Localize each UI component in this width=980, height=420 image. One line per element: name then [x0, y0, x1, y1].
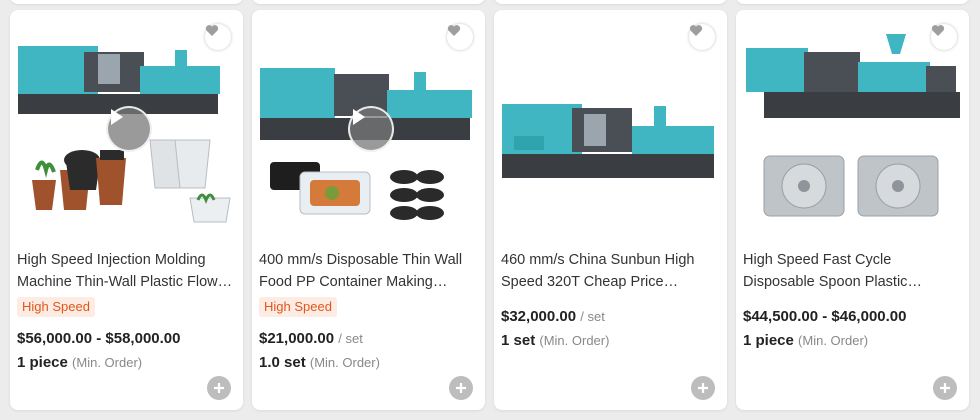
play-icon: [111, 109, 123, 125]
product-image[interactable]: [736, 10, 969, 243]
product-price: $56,000.00 - $58,000.00: [17, 330, 235, 347]
moq-note: (Min. Order): [72, 355, 143, 370]
product-card[interactable]: 460 mm/s China Sunbun High Speed 320T Ch…: [494, 10, 727, 410]
favorite-button[interactable]: [447, 24, 473, 50]
product-title[interactable]: High Speed Fast Cycle Disposable Spoon P…: [743, 249, 961, 293]
product-grid: High Speed Injection Molding Machine Thi…: [10, 10, 970, 410]
price-value: $32,000.00: [501, 308, 577, 325]
play-icon: [353, 109, 365, 125]
product-price: $44,500.00 - $46,000.00: [743, 308, 961, 325]
add-to-compare-button[interactable]: [207, 376, 231, 400]
add-to-compare-button[interactable]: [691, 376, 715, 400]
product-image[interactable]: [10, 10, 243, 243]
feature-badge: High Speed: [17, 297, 95, 317]
min-order: 1 piece (Min. Order): [743, 332, 868, 349]
plus-icon: [940, 383, 950, 393]
min-order: 1 piece (Min. Order): [17, 354, 142, 371]
add-to-compare-button[interactable]: [449, 376, 473, 400]
price-value: $21,000.00: [259, 330, 335, 347]
product-title[interactable]: 400 mm/s Disposable Thin Wall Food PP Co…: [259, 249, 477, 293]
moq-value: 1 set: [501, 332, 536, 349]
moq-value: 1.0 set: [259, 354, 306, 371]
favorite-button[interactable]: [205, 24, 231, 50]
product-card[interactable]: High Speed Fast Cycle Disposable Spoon P…: [736, 10, 969, 410]
product-image[interactable]: [494, 10, 727, 243]
product-card[interactable]: 400 mm/s Disposable Thin Wall Food PP Co…: [252, 10, 485, 410]
play-video-button[interactable]: [348, 106, 394, 152]
moq-note: (Min. Order): [539, 333, 610, 348]
plus-icon: [698, 383, 708, 393]
product-title[interactable]: 460 mm/s China Sunbun High Speed 320T Ch…: [501, 249, 719, 293]
product-title[interactable]: High Speed Injection Molding Machine Thi…: [17, 249, 235, 293]
product-price: $32,000.00 / set: [501, 308, 719, 325]
play-video-button[interactable]: [106, 106, 152, 152]
heart-icon: [931, 25, 945, 36]
feature-badge: High Speed: [259, 297, 337, 317]
add-to-compare-button[interactable]: [933, 376, 957, 400]
min-order: 1.0 set (Min. Order): [259, 354, 380, 371]
moq-note: (Min. Order): [798, 333, 869, 348]
price-unit: / set: [338, 331, 363, 346]
price-unit: / set: [580, 309, 605, 324]
heart-icon: [447, 25, 461, 36]
favorite-button[interactable]: [931, 24, 957, 50]
min-order: 1 set (Min. Order): [501, 332, 609, 349]
heart-icon: [205, 25, 219, 36]
price-range: $56,000.00 - $58,000.00: [17, 330, 181, 347]
previous-row-edge: [0, 0, 980, 6]
plus-icon: [214, 383, 224, 393]
price-range: $44,500.00 - $46,000.00: [743, 308, 907, 325]
plus-icon: [456, 383, 466, 393]
moq-value: 1 piece: [743, 332, 794, 349]
product-image[interactable]: [252, 10, 485, 243]
moq-note: (Min. Order): [309, 355, 380, 370]
moq-value: 1 piece: [17, 354, 68, 371]
product-price: $21,000.00 / set: [259, 330, 477, 347]
favorite-button[interactable]: [689, 24, 715, 50]
heart-icon: [689, 25, 703, 36]
product-card[interactable]: High Speed Injection Molding Machine Thi…: [10, 10, 243, 410]
